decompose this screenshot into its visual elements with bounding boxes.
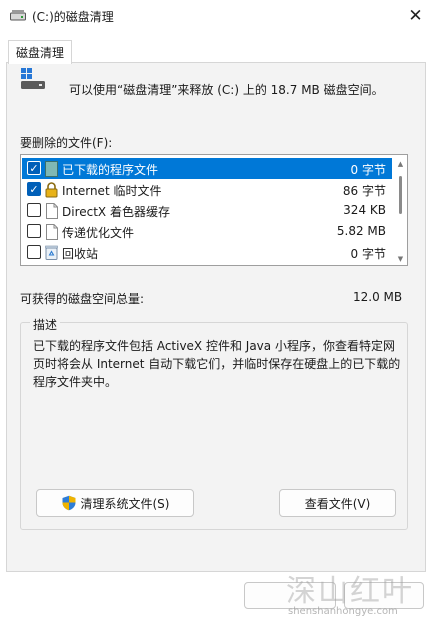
close-button[interactable]: ✕	[398, 0, 433, 32]
title-bar: (C:)的磁盘清理 ✕	[0, 0, 433, 32]
checkbox[interactable]	[27, 245, 41, 259]
list-item[interactable]: DirectX 着色器缓存 324 KB	[22, 200, 392, 221]
recycle-bin-icon	[44, 244, 59, 261]
list-item[interactable]: ✓ Internet 临时文件 86 字节	[22, 179, 392, 200]
tab-disk-cleanup[interactable]: 磁盘清理	[8, 40, 72, 64]
checkbox[interactable]: ✓	[27, 161, 41, 175]
uac-shield-icon	[62, 495, 75, 511]
list-item[interactable]: ✓ 已下载的程序文件 0 字节	[22, 158, 392, 179]
checkbox[interactable]: ✓	[27, 182, 41, 196]
file-size: 0 字节	[350, 247, 386, 261]
checkbox[interactable]	[27, 224, 41, 238]
lock-icon	[44, 181, 59, 198]
checkbox[interactable]	[27, 203, 41, 217]
file-type-name: 回收站	[62, 247, 99, 261]
check-icon: ✓	[29, 182, 39, 196]
file-size: 324 KB	[343, 203, 386, 217]
check-icon: ✓	[29, 161, 39, 175]
files-list[interactable]: ✓ 已下载的程序文件 0 字节 ✓ Internet 临时文件 86 字节 Di…	[20, 154, 408, 266]
scroll-thumb[interactable]	[399, 176, 402, 214]
file-size: 5.82 MB	[336, 224, 386, 238]
scroll-up-arrow-icon[interactable]: ▲	[395, 158, 406, 169]
view-files-label: 查看文件(V)	[304, 496, 371, 511]
vertical-scrollbar[interactable]: ▲ ▼	[394, 156, 407, 265]
list-item[interactable]: 传递优化文件 5.82 MB	[22, 221, 392, 242]
disk-cleanup-window: (C:)的磁盘清理 ✕ 磁盘清理 可以使用“磁盘清理”来释放 (C:) 上的 1…	[0, 0, 433, 619]
cleanup-system-files-label: 清理系统文件(S)	[80, 496, 170, 511]
list-item[interactable]: 回收站 0 字节	[22, 242, 392, 263]
drive-icon	[10, 10, 26, 21]
file-type-name: 传递优化文件	[62, 226, 135, 240]
description-text: 已下载的程序文件包括 ActiveX 控件和 Java 小程序，你查看特定网页时…	[33, 339, 401, 389]
description-legend: 描述	[30, 316, 61, 333]
cleanup-system-files-button[interactable]: 清理系统文件(S)	[36, 489, 194, 517]
cancel-button[interactable]	[344, 582, 424, 609]
scroll-down-arrow-icon[interactable]: ▼	[395, 253, 406, 264]
total-space-label: 可获得的磁盘空间总量:	[20, 292, 145, 306]
file-type-name: DirectX 着色器缓存	[62, 205, 170, 219]
view-files-button[interactable]: 查看文件(V)	[279, 489, 396, 517]
files-to-delete-label: 要删除的文件(F):	[20, 136, 113, 150]
total-space-value: 12.0 MB	[353, 290, 403, 304]
close-icon: ✕	[408, 6, 423, 26]
file-icon	[44, 202, 59, 219]
file-icon	[44, 223, 59, 240]
drive-cleanup-icon	[21, 68, 45, 89]
file-size: 0 字节	[350, 163, 386, 177]
ok-button[interactable]	[244, 582, 336, 609]
window-title: (C:)的磁盘清理	[32, 10, 114, 24]
file-size: 86 字节	[342, 184, 386, 198]
file-type-name: 已下载的程序文件	[62, 163, 159, 177]
summary-text: 可以使用“磁盘清理”来释放 (C:) 上的 18.7 MB 磁盘空间。	[69, 83, 384, 97]
file-type-name: Internet 临时文件	[62, 184, 162, 198]
folder-icon	[44, 160, 59, 177]
